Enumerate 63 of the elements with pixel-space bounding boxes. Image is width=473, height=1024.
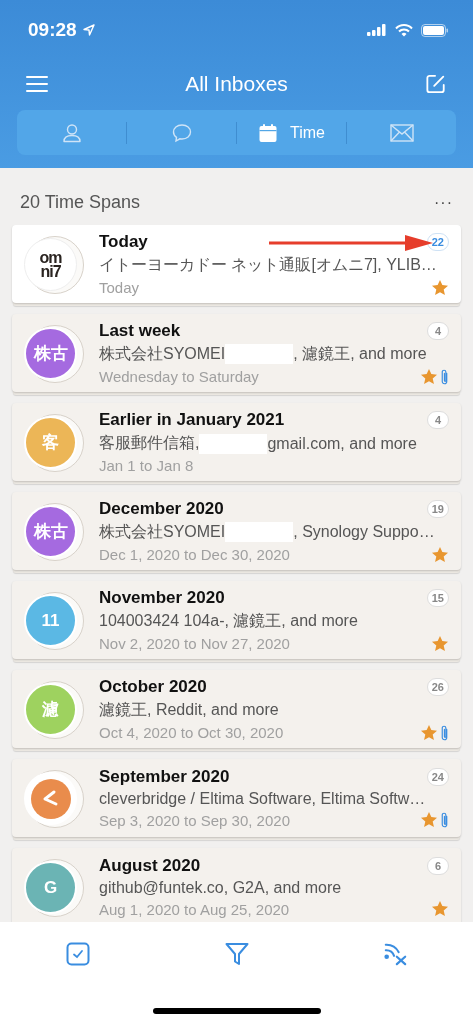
senders-line: cleverbridge / Eltima Software, Eltima Softw…: [99, 790, 427, 808]
time-span-title: September 2020: [99, 767, 230, 787]
message-count: 4: [427, 321, 449, 340]
date-range: Dec 1, 2020 to Dec 30, 2020: [99, 546, 291, 563]
signal-icon: [367, 24, 387, 36]
message-count: 24: [426, 768, 449, 786]
time-span-title: Today: [99, 231, 148, 252]
location-arrow-icon: [82, 24, 95, 36]
time-span-card[interactable]: 濾 October 2020 26 濾鏡王, Reddit, and more Oct 4, 2020 to Oct 30, 2020: [12, 670, 461, 748]
message-count: 26: [426, 677, 449, 696]
date-range: Aug 1, 2020 to Aug 25, 2020: [99, 900, 291, 918]
avatar: 株古: [24, 323, 84, 383]
compose-icon[interactable]: [425, 74, 447, 94]
date-range: Jan 1 to Jan 8: [99, 457, 195, 474]
time-span-card[interactable]: 株古 December 2020 19 株式会社SYOMEI , Synology Suppo… Dec 1, 2020 to Dec 30, 2020: [12, 492, 461, 570]
message-count: 19: [426, 499, 449, 518]
time-span-title: November 2020: [99, 587, 225, 608]
senders-line: イトーヨーカドー ネット通販[オムニ7], YLIB…: [99, 254, 438, 275]
avatar: G: [24, 857, 84, 917]
time-span-card[interactable]: 11 November 2020 15 104003424 104a-, 濾鏡王, and more Nov 2, 2020 to Nov 27, 2020: [12, 581, 461, 659]
avatar: 株古: [24, 501, 84, 561]
avatar: 濾: [24, 679, 84, 739]
checkbox-icon[interactable]: [66, 942, 90, 966]
speech-bubble-icon: [171, 122, 192, 143]
message-count: 6: [427, 857, 449, 875]
senders-line: 株式会社SYOMEI , 濾鏡王, and more: [99, 343, 428, 365]
envelope-icon: [389, 123, 414, 142]
date-range: Oct 4, 2020 to Oct 30, 2020: [99, 724, 285, 741]
calendar-icon: [258, 122, 278, 143]
wifi-icon: [395, 23, 413, 37]
time-span-title: Earlier in January 2021: [99, 410, 285, 430]
time-span-card[interactable]: 株古 Last week 4 株式会社SYOMEI , 濾鏡王, and more Wednesday to Saturday: [12, 314, 461, 392]
date-range: Wednesday to Saturday: [99, 368, 260, 385]
time-span-card[interactable]: 客 Earlier in January 2021 4 客服郵件信箱, gmail.com, and more Jan 1 to Jan 8: [12, 403, 461, 481]
message-count: 4: [427, 411, 449, 429]
feed-off-icon[interactable]: [383, 942, 407, 966]
inbox-title: All Inboxes: [185, 72, 288, 96]
date-range: Sep 3, 2020 to Sep 30, 2020: [99, 811, 291, 829]
date-range: Nov 2, 2020 to Nov 27, 2020: [99, 635, 291, 652]
date-range: Today: [99, 279, 141, 296]
time-span-title: Last week: [99, 320, 181, 341]
person-icon: [61, 122, 82, 143]
senders-line: 客服郵件信箱, gmail.com, and more: [99, 433, 418, 454]
time-span-title: December 2020: [99, 498, 224, 519]
status-time: 09:28: [28, 19, 77, 41]
time-span-card[interactable]: G August 2020 6 github@funtek.co, G2A, and more Aug 1, 2020 to Aug 25, 2020: [12, 848, 461, 922]
message-count: 15: [426, 588, 449, 607]
senders-line: github@funtek.co, G2A, and more: [99, 879, 343, 897]
senders-line: 104003424 104a-, 濾鏡王, and more: [99, 610, 359, 631]
senders-line: 株式会社SYOMEI , Synology Suppo…: [99, 521, 436, 543]
more-button[interactable]: ···: [434, 193, 453, 212]
section-title: 20 Time Spans: [20, 192, 141, 213]
avatar: 客: [24, 412, 84, 472]
menu-icon[interactable]: [26, 74, 48, 94]
battery-icon: [421, 23, 449, 37]
senders-line: 濾鏡王, Reddit, and more: [99, 699, 280, 720]
time-span-title: October 2020: [99, 676, 207, 697]
time-span-card[interactable]: September 2020 24 cleverbridge / Eltima Software, Eltima Softw… Sep 3, 2020 to Sep 30, 2020: [12, 759, 461, 837]
avatar: 11: [24, 590, 84, 650]
time-span-title: August 2020: [99, 856, 201, 876]
filter-icon[interactable]: [224, 942, 249, 966]
avatar: om ni7: [24, 234, 84, 294]
time-span-card[interactable]: om ni7 Today 22 イトーヨーカドー ネット通販[オムニ7], YLIB… Today: [12, 225, 461, 303]
